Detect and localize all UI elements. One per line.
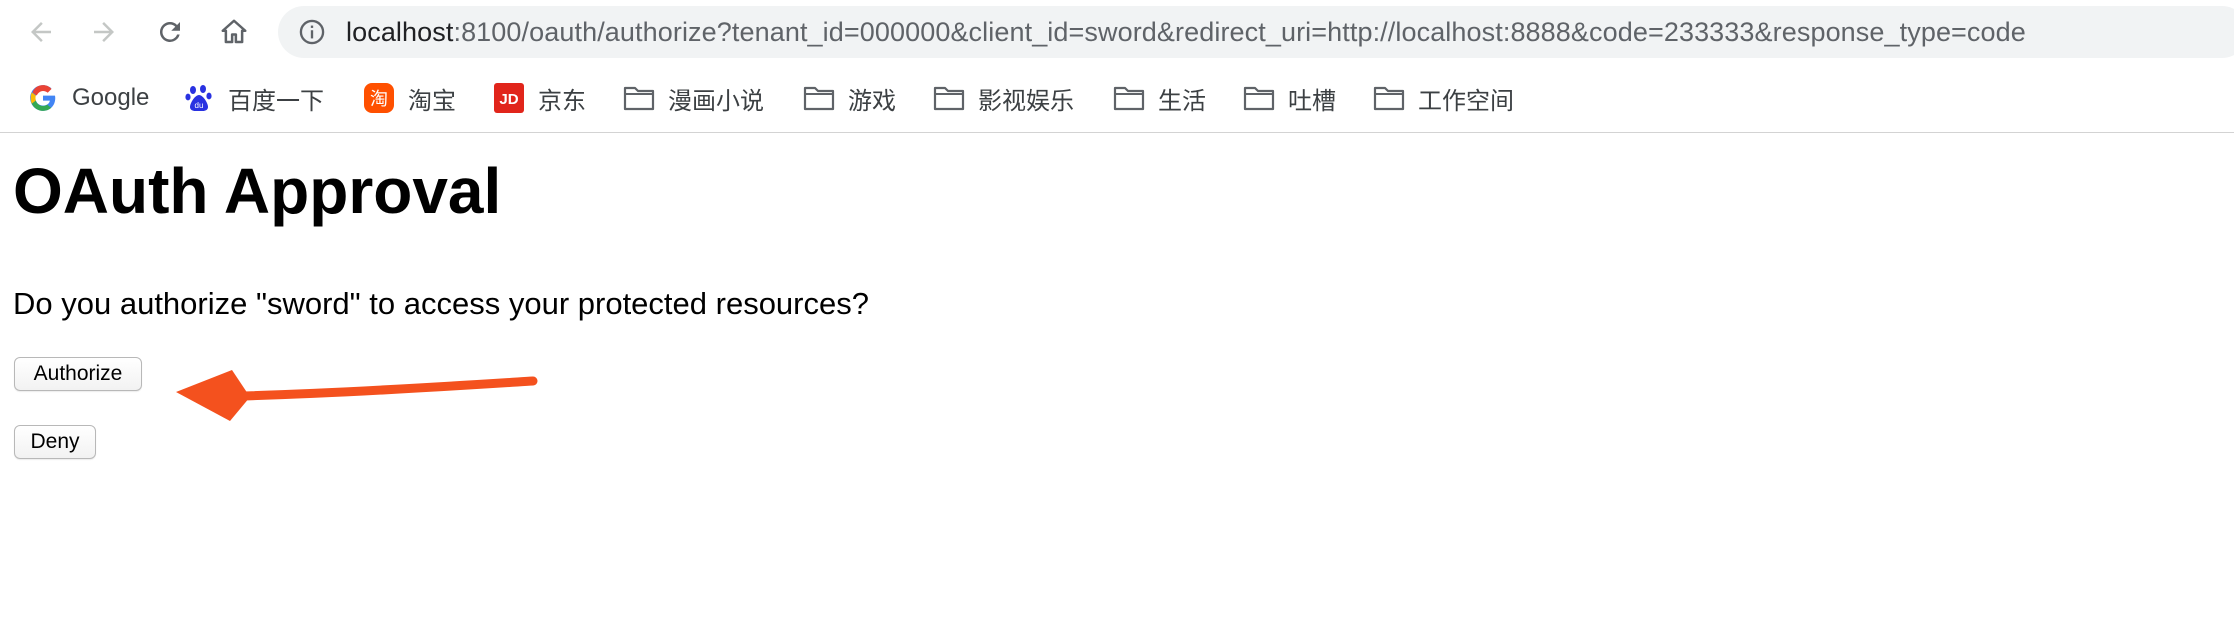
bookmark-baidu[interactable]: du 百度一下 (182, 78, 324, 118)
back-button[interactable] (19, 10, 63, 54)
folder-icon (932, 81, 966, 115)
back-icon (31, 22, 51, 42)
url-host: localhost (346, 17, 454, 47)
bookmark-label: 漫画小说 (668, 87, 764, 115)
bookmark-label: 百度一下 (228, 87, 324, 115)
bookmark-taobao[interactable]: 淘 淘宝 (362, 78, 456, 118)
folder-icon (1242, 81, 1276, 115)
address-bar[interactable]: localhost:8100/oauth/authorize?tenant_id… (278, 6, 2234, 58)
url-path: :8100/oauth/authorize?tenant_id=000000&c… (453, 17, 2026, 47)
reload-button[interactable] (148, 10, 192, 54)
folder-icon (1112, 81, 1146, 115)
bookmark-label: 京东 (538, 87, 586, 115)
bookmark-jd[interactable]: JD 京东 (492, 78, 586, 118)
bookmark-label: 吐槽 (1288, 87, 1336, 115)
home-button[interactable] (212, 10, 256, 54)
bookmark-folder-workspace[interactable]: 工作空间 (1372, 78, 1514, 118)
authorization-question: Do you authorize "sword" to access your … (13, 286, 869, 321)
browser-toolbar: localhost:8100/oauth/authorize?tenant_id… (0, 0, 2234, 64)
bookmark-label: 工作空间 (1418, 87, 1514, 115)
folder-icon (802, 81, 836, 115)
reload-icon (159, 21, 180, 42)
authorize-button[interactable]: Authorize (14, 357, 142, 391)
folder-icon (1372, 81, 1406, 115)
svg-text:淘: 淘 (370, 89, 388, 110)
bookmark-label: Google (72, 84, 150, 111)
bookmark-folder-entertainment[interactable]: 影视娱乐 (932, 78, 1074, 118)
site-info-icon[interactable] (298, 18, 326, 46)
forward-button[interactable] (82, 10, 126, 54)
forward-icon (94, 22, 114, 42)
bookmark-folder-games[interactable]: 游戏 (802, 78, 896, 118)
google-icon (26, 81, 60, 115)
bookmark-label: 淘宝 (408, 87, 456, 115)
baidu-icon: du (182, 81, 216, 115)
url-text[interactable]: localhost:8100/oauth/authorize?tenant_id… (346, 6, 2026, 58)
taobao-icon: 淘 (362, 81, 396, 115)
svg-text:JD: JD (499, 91, 518, 108)
bookmark-folder-rant[interactable]: 吐槽 (1242, 78, 1336, 118)
bookmarks-bar: Google du 百度一下 淘 淘宝 JD 京东 漫画小说 游戏 影视娱乐 生… (0, 64, 2234, 133)
folder-icon (622, 81, 656, 115)
page-content: OAuth Approval Do you authorize "sword" … (0, 133, 2234, 618)
red-arrow-icon (176, 370, 538, 421)
bookmark-folder-life[interactable]: 生活 (1112, 78, 1206, 118)
jd-icon: JD (492, 81, 526, 115)
bookmark-folder-comics[interactable]: 漫画小说 (622, 78, 764, 118)
bookmark-label: 生活 (1158, 87, 1206, 115)
home-icon (221, 19, 247, 44)
bookmark-label: 游戏 (848, 87, 896, 115)
svg-text:du: du (195, 101, 204, 110)
bookmark-label: 影视娱乐 (978, 87, 1074, 115)
bookmark-google[interactable]: Google (26, 78, 149, 118)
page-title: OAuth Approval (13, 155, 502, 227)
deny-button[interactable]: Deny (14, 425, 96, 459)
